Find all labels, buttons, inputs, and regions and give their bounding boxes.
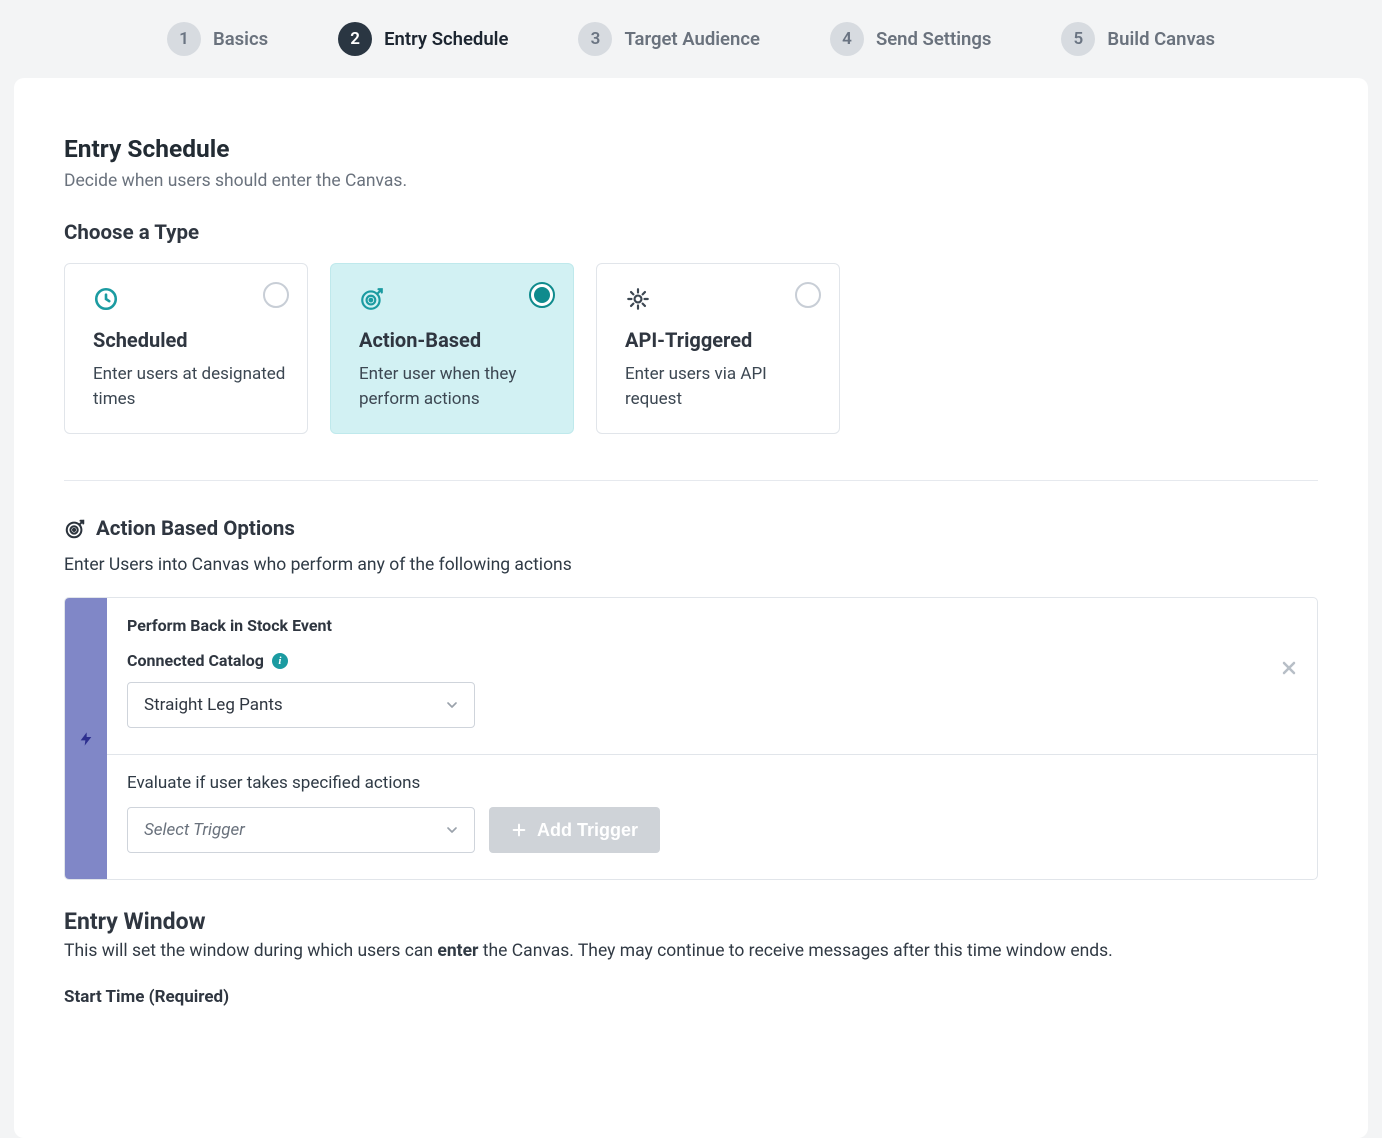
page-subtitle: Decide when users should enter the Canva… xyxy=(64,171,1318,191)
entry-window-desc-bold: enter xyxy=(437,941,478,961)
bolt-icon xyxy=(78,728,94,750)
entry-window-desc-post: the Canvas. They may continue to receive… xyxy=(478,941,1112,961)
stepper: 1 Basics 2 Entry Schedule 3 Target Audie… xyxy=(0,0,1382,78)
card-title: API-Triggered xyxy=(625,328,819,352)
step-number: 4 xyxy=(830,22,864,56)
card-desc: Enter user when they perform actions xyxy=(359,362,553,411)
type-cards: Scheduled Enter users at designated time… xyxy=(64,263,1318,434)
card-desc: Enter users at designated times xyxy=(93,362,287,411)
card-desc: Enter users via API request xyxy=(625,362,819,411)
entry-window-desc: This will set the window during which us… xyxy=(64,941,1318,961)
step-basics[interactable]: 1 Basics xyxy=(167,22,268,56)
plus-icon xyxy=(511,822,527,838)
radio-selected[interactable] xyxy=(529,282,555,308)
gear-icon xyxy=(625,286,819,318)
chevron-down-icon xyxy=(444,822,460,838)
type-card-scheduled[interactable]: Scheduled Enter users at designated time… xyxy=(64,263,308,434)
step-label: Basics xyxy=(213,28,268,50)
event-accent-bar xyxy=(65,598,107,879)
step-build-canvas[interactable]: 5 Build Canvas xyxy=(1061,22,1215,56)
entry-window-desc-pre: This will set the window during which us… xyxy=(64,941,437,961)
type-card-action-based[interactable]: Action-Based Enter user when they perfor… xyxy=(330,263,574,434)
type-card-api-triggered[interactable]: API-Triggered Enter users via API reques… xyxy=(596,263,840,434)
catalog-selected-value: Straight Leg Pants xyxy=(144,695,283,715)
target-icon xyxy=(64,518,86,540)
trigger-select[interactable]: Select Trigger xyxy=(127,807,475,853)
options-subtext: Enter Users into Canvas who perform any … xyxy=(64,555,1318,575)
trigger-event-box: Perform Back in Stock Event Connected Ca… xyxy=(64,597,1318,880)
radio-unselected[interactable] xyxy=(263,282,289,308)
step-entry-schedule[interactable]: 2 Entry Schedule xyxy=(338,22,508,56)
step-target-audience[interactable]: 3 Target Audience xyxy=(578,22,760,56)
connected-catalog-select[interactable]: Straight Leg Pants xyxy=(127,682,475,728)
catalog-label-text: Connected Catalog xyxy=(127,651,264,670)
add-trigger-label: Add Trigger xyxy=(537,820,638,841)
chevron-down-icon xyxy=(444,697,460,713)
evaluate-label: Evaluate if user takes specified actions xyxy=(127,773,1297,793)
step-label: Build Canvas xyxy=(1107,28,1215,50)
step-number: 2 xyxy=(338,22,372,56)
step-label: Target Audience xyxy=(624,28,760,50)
main-panel: Entry Schedule Decide when users should … xyxy=(14,78,1368,1138)
connected-catalog-label: Connected Catalog i xyxy=(127,651,1297,670)
trigger-placeholder: Select Trigger xyxy=(144,820,245,840)
clock-icon xyxy=(93,286,287,318)
remove-event-button[interactable] xyxy=(1279,658,1299,678)
step-number: 3 xyxy=(578,22,612,56)
options-header-text: Action Based Options xyxy=(96,517,295,541)
event-title: Perform Back in Stock Event xyxy=(127,616,1297,635)
divider xyxy=(64,480,1318,481)
target-icon xyxy=(359,286,553,318)
page-title: Entry Schedule xyxy=(64,134,1318,163)
choose-type-heading: Choose a Type xyxy=(64,221,1318,245)
step-label: Send Settings xyxy=(876,28,991,50)
entry-window-heading: Entry Window xyxy=(64,908,1318,935)
step-number: 1 xyxy=(167,22,201,56)
radio-unselected[interactable] xyxy=(795,282,821,308)
action-based-options-heading: Action Based Options xyxy=(64,517,1318,541)
step-label: Entry Schedule xyxy=(384,28,508,50)
info-icon[interactable]: i xyxy=(272,653,288,669)
start-time-label: Start Time (Required) xyxy=(64,987,1318,1007)
card-title: Scheduled xyxy=(93,328,287,352)
card-title: Action-Based xyxy=(359,328,553,352)
step-number: 5 xyxy=(1061,22,1095,56)
add-trigger-button[interactable]: Add Trigger xyxy=(489,807,660,853)
step-send-settings[interactable]: 4 Send Settings xyxy=(830,22,991,56)
